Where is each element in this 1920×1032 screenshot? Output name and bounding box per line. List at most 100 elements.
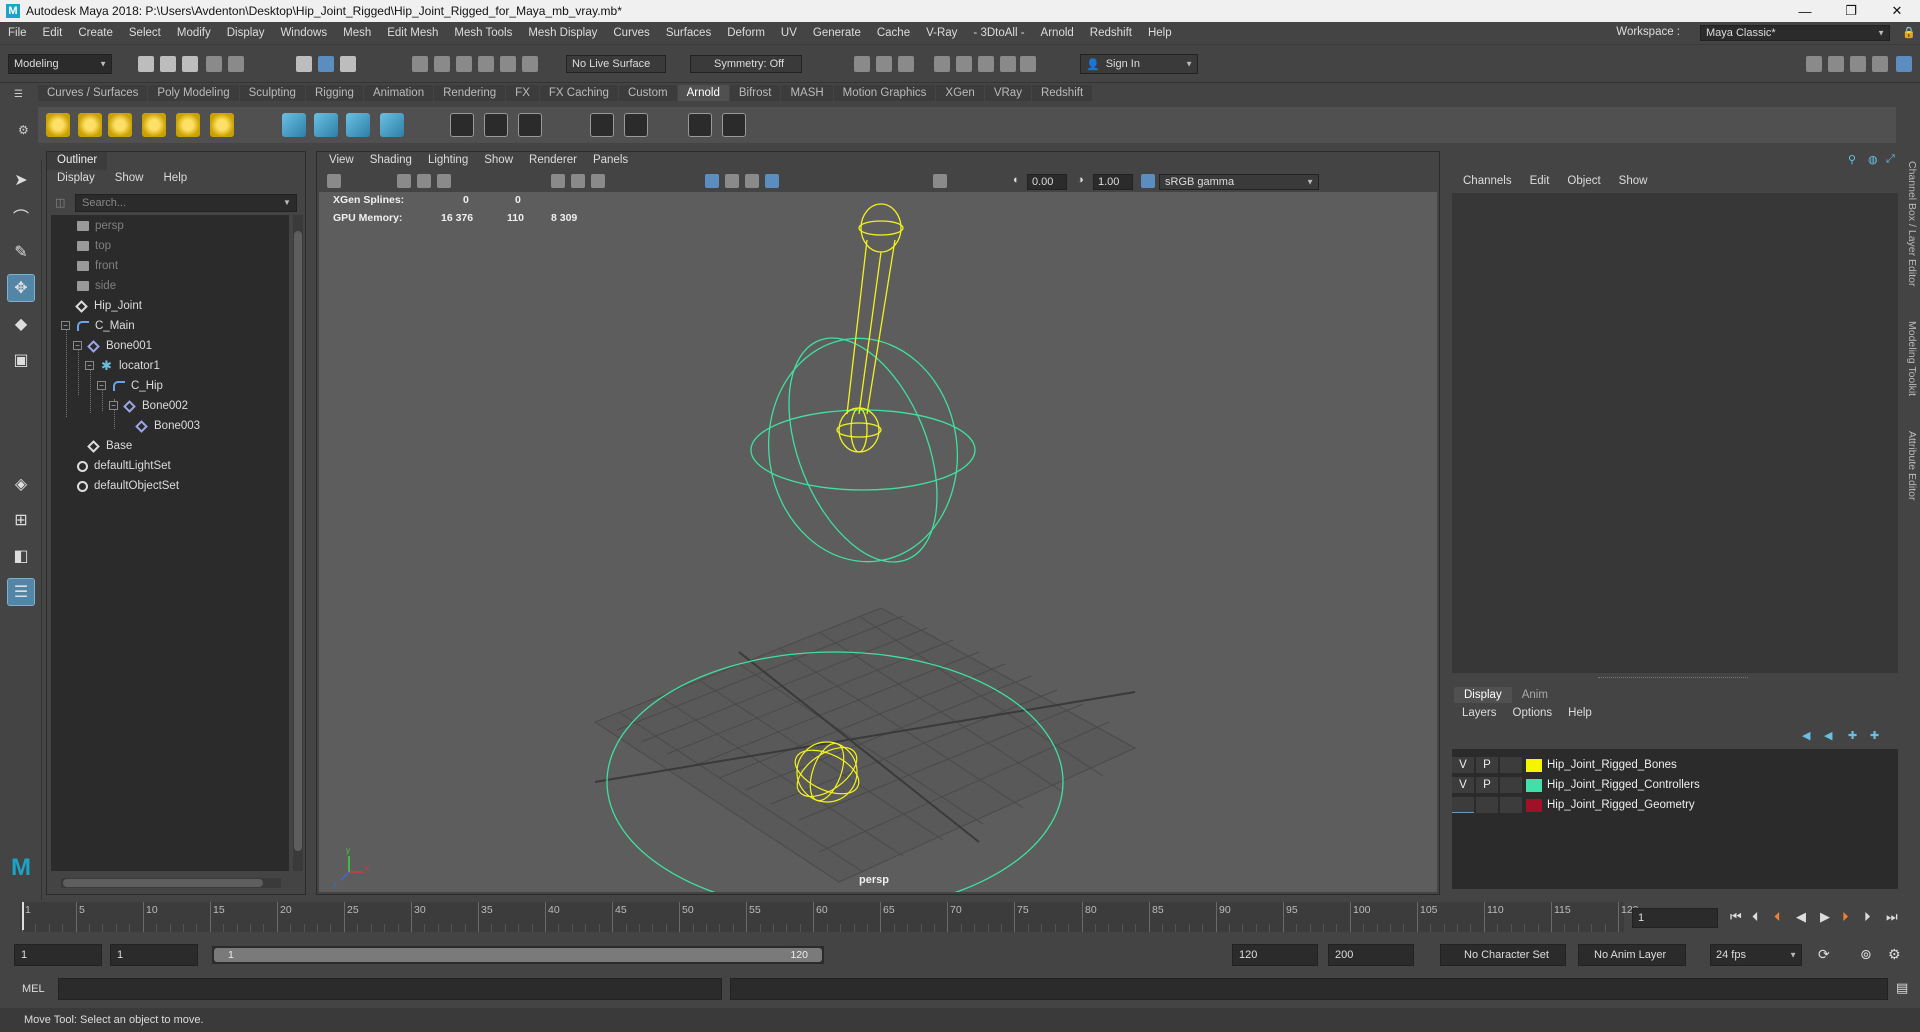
layer-tab-anim[interactable]: Anim: [1512, 687, 1558, 703]
menu-windows[interactable]: Windows: [272, 27, 335, 39]
channel-box-menu-show[interactable]: Show: [1610, 175, 1657, 187]
hip-bone[interactable]: [836, 203, 904, 453]
layer-menu-options[interactable]: Options: [1505, 707, 1561, 719]
layer-row-controllers[interactable]: V P Hip_Joint_Rigged_Controllers: [1452, 775, 1898, 795]
play-forwards-icon[interactable]: ▶: [1820, 909, 1830, 925]
channel-box-menu-edit[interactable]: Edit: [1521, 175, 1559, 187]
layer-menu-layers[interactable]: Layers: [1454, 707, 1505, 719]
channel-box-toggle-icon[interactable]: ⚲: [1848, 153, 1856, 166]
outliner-item-locator1[interactable]: ✱ locator1: [101, 357, 160, 375]
open-scene-icon[interactable]: [160, 56, 176, 72]
outliner-item-bone002[interactable]: Bone002: [123, 397, 188, 415]
tx-manager-icon[interactable]: [484, 113, 508, 137]
menu-help[interactable]: Help: [1140, 27, 1180, 39]
animation-start-field[interactable]: 1: [14, 944, 102, 966]
outliner-item-base[interactable]: Base: [87, 437, 132, 455]
go-to-end-icon[interactable]: ⏭: [1886, 909, 1898, 925]
scrollbar-thumb[interactable]: [63, 879, 263, 887]
go-to-start-icon[interactable]: ⏮: [1730, 909, 1742, 925]
anim-layer-dropdown[interactable]: No Anim Layer: [1578, 944, 1686, 966]
menu-mesh-tools[interactable]: Mesh Tools: [446, 27, 520, 39]
licensing-icon[interactable]: [518, 113, 542, 137]
shelf-tab-sculpting[interactable]: Sculpting: [239, 85, 305, 101]
shelf-tab-fx[interactable]: FX: [506, 85, 539, 101]
menu-mesh[interactable]: Mesh: [335, 27, 379, 39]
layer-row-geometry[interactable]: Hip_Joint_Rigged_Geometry: [1452, 795, 1898, 815]
character-controls-icon[interactable]: [1828, 56, 1844, 72]
menu-redshift[interactable]: Redshift: [1082, 27, 1140, 39]
flush-cache-icon[interactable]: [450, 113, 474, 137]
render-sequence-icon[interactable]: [876, 56, 892, 72]
outliner-item-hip-joint[interactable]: Hip_Joint: [75, 297, 142, 315]
layer-type-toggle[interactable]: [1500, 777, 1522, 793]
visibility-toggle-icon[interactable]: [688, 113, 712, 137]
viewport-menu-shading[interactable]: Shading: [362, 154, 420, 166]
menu-generate[interactable]: Generate: [805, 27, 869, 39]
outliner-menu-display[interactable]: Display: [47, 172, 105, 184]
color-management-icon[interactable]: [1141, 174, 1155, 188]
command-language-label[interactable]: MEL: [22, 983, 45, 995]
playback-end-field[interactable]: 120: [1232, 944, 1318, 966]
menu-cache[interactable]: Cache: [869, 27, 918, 39]
shelf-tab-vray[interactable]: VRay: [984, 85, 1031, 101]
shelf-tab-rigging[interactable]: Rigging: [305, 85, 363, 101]
area-light-icon[interactable]: [46, 113, 70, 137]
shelf-tab-mash[interactable]: MASH: [781, 85, 833, 101]
channel-box-icon[interactable]: [1896, 56, 1912, 72]
menu-curves[interactable]: Curves: [605, 27, 657, 39]
layer-playback-toggle[interactable]: P: [1476, 757, 1498, 773]
viewport-menu-panels[interactable]: Panels: [585, 154, 636, 166]
lock-icon[interactable]: 🔒: [1902, 26, 1916, 39]
paint-select-tool-icon[interactable]: ✎: [7, 238, 35, 266]
layer-color-swatch[interactable]: [1526, 758, 1542, 772]
layer-color-swatch[interactable]: [1526, 798, 1542, 812]
shelf-tab-redshift[interactable]: Redshift: [1031, 85, 1093, 101]
symmetry-dropdown[interactable]: Symmetry: Off: [690, 55, 802, 73]
command-input[interactable]: [58, 978, 722, 1000]
layer-type-toggle[interactable]: [1500, 757, 1522, 773]
shelf-tab-custom[interactable]: Custom: [618, 85, 677, 101]
shelf-menu-icon[interactable]: ☰: [14, 89, 23, 100]
side-tab-attribute-editor[interactable]: Attribute Editor: [1906, 431, 1918, 500]
sign-in-button[interactable]: 👤 Sign In ▼: [1080, 54, 1198, 74]
physical-sky-icon[interactable]: [210, 113, 234, 137]
menu-deform[interactable]: Deform: [719, 27, 773, 39]
snap-curve-icon[interactable]: [434, 56, 450, 72]
resolution-gate-icon[interactable]: [591, 174, 605, 188]
layer-color-swatch[interactable]: [1526, 778, 1542, 792]
channel-box-menu-channels[interactable]: Channels: [1454, 175, 1521, 187]
attribute-editor-icon[interactable]: [1850, 56, 1866, 72]
snap-view-plane-icon[interactable]: [478, 56, 494, 72]
menu-file[interactable]: File: [0, 27, 35, 39]
menu-surfaces[interactable]: Surfaces: [658, 27, 719, 39]
shelf-tab-poly-modeling[interactable]: Poly Modeling: [148, 85, 239, 101]
chevron-down-icon[interactable]: ▼: [283, 198, 291, 207]
camera-attributes-icon[interactable]: [397, 174, 411, 188]
new-layer-selected-icon[interactable]: ✚: [1870, 729, 1879, 742]
menu-modify[interactable]: Modify: [169, 27, 219, 39]
animation-end-field[interactable]: 200: [1328, 944, 1414, 966]
menu-select[interactable]: Select: [121, 27, 169, 39]
textured-icon[interactable]: [745, 174, 759, 188]
panel-splitter[interactable]: [1598, 677, 1748, 680]
new-layer-icon[interactable]: ✚: [1848, 729, 1857, 742]
workspace-dropdown[interactable]: Maya Classic* ▼: [1700, 25, 1890, 41]
snap-point-icon[interactable]: [456, 56, 472, 72]
film-gate-icon[interactable]: [571, 174, 585, 188]
outliner-menu-help[interactable]: Help: [154, 172, 198, 184]
time-slider-track[interactable]: 1 5 10 15 20 25 30 35 40 45 50 55 60 65 70 75 80 85 90 95 10…: [20, 902, 1639, 932]
four-view-layout-icon[interactable]: ⊞: [7, 506, 35, 534]
channel-box-area[interactable]: [1452, 193, 1898, 673]
skydome-light-icon[interactable]: [142, 113, 166, 137]
animation-preferences-icon[interactable]: ⚙: [1888, 946, 1901, 963]
curve-collector-icon[interactable]: [346, 113, 370, 137]
scale-tool-icon[interactable]: ▣: [7, 346, 35, 374]
filter-icon[interactable]: ◫: [55, 196, 65, 209]
range-slider-bar[interactable]: 1 120: [212, 946, 824, 964]
move-layer-down-icon[interactable]: ◀: [1824, 729, 1832, 742]
maximize-button[interactable]: ❐: [1828, 0, 1874, 22]
shelf-tab-animation[interactable]: Animation: [363, 85, 434, 101]
outliner-item-bone001[interactable]: Bone001: [87, 337, 152, 355]
shelf-tab-curves-surfaces[interactable]: Curves / Surfaces: [38, 85, 148, 101]
photometric-light-icon[interactable]: [108, 113, 132, 137]
